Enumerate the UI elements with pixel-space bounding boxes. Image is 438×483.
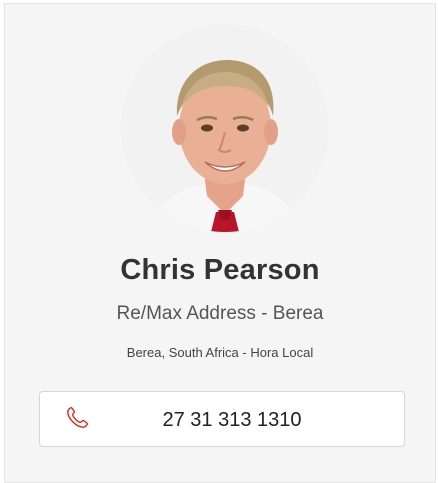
agent-card: Chris Pearson Re/Max Address - Berea Ber… xyxy=(4,3,436,483)
agent-photo xyxy=(121,24,329,232)
phone-number: 27 31 313 1310 xyxy=(162,409,302,431)
call-button[interactable]: 27 31 313 1310 xyxy=(39,391,405,447)
agent-name: Chris Pearson xyxy=(120,254,320,286)
agent-portrait-image xyxy=(121,24,329,232)
agent-location: Berea, South Africa - Hora Local xyxy=(126,345,314,360)
agency-name: Re/Max Address - Berea xyxy=(116,303,324,324)
